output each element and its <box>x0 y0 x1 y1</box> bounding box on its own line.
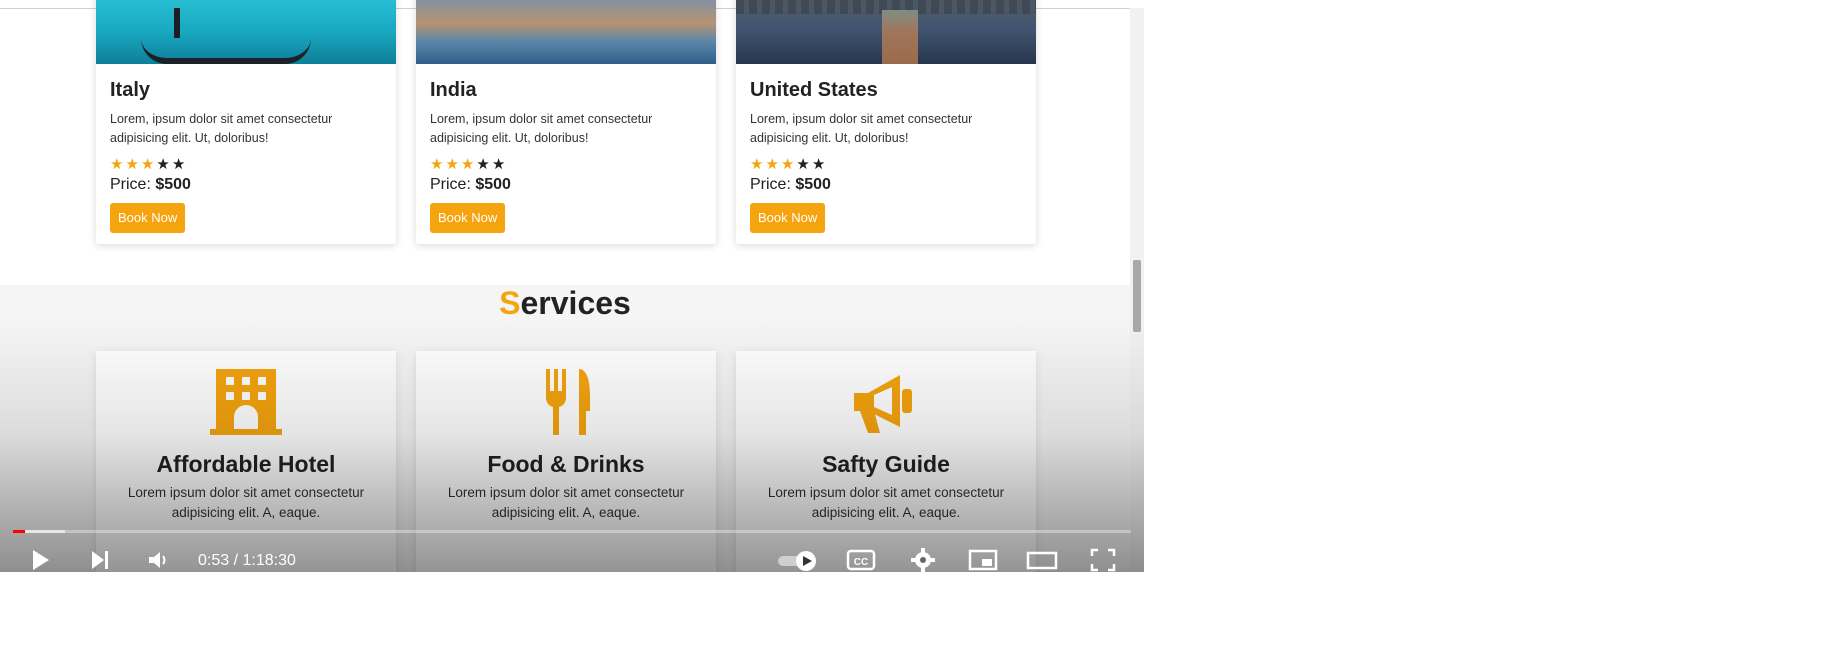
destination-title: United States <box>750 79 878 101</box>
player-controls: CC <box>0 548 1144 572</box>
miniplayer-icon[interactable] <box>968 548 998 572</box>
megaphone-icon <box>854 375 912 433</box>
theater-mode-icon[interactable] <box>1026 548 1058 572</box>
destination-card-united-states: United States Lorem, ipsum dolor sit ame… <box>736 0 1036 244</box>
book-now-button[interactable]: Book Now <box>430 203 506 233</box>
united-states-photo <box>736 0 1036 64</box>
volume-icon[interactable] <box>146 548 170 572</box>
destination-description: Lorem, ipsum dolor sit amet consectetur … <box>430 112 653 145</box>
progress-buffered <box>25 530 65 533</box>
service-card-safety: Safty Guide Lorem ipsum dolor sit amet c… <box>736 351 1036 572</box>
service-title: Food & Drinks <box>487 451 645 477</box>
page-scrollbar[interactable] <box>1130 8 1144 572</box>
destination-description: Lorem, ipsum dolor sit amet consectetur … <box>110 112 333 145</box>
destination-title: Italy <box>110 79 151 101</box>
settings-gear-icon[interactable] <box>910 548 936 572</box>
captions-icon[interactable]: CC <box>846 548 876 572</box>
star-icon: ★ <box>476 156 492 173</box>
star-icon: ★ <box>491 156 508 173</box>
progress-played <box>13 530 25 533</box>
price: Price: $500 <box>750 176 831 193</box>
play-icon[interactable] <box>28 548 52 572</box>
star-icon: ★ <box>110 156 126 173</box>
scrollbar-thumb[interactable] <box>1133 260 1141 332</box>
star-icon: ★ <box>140 156 157 173</box>
video-player[interactable]: Italy Lorem, ipsum dolor sit amet consec… <box>0 0 1144 572</box>
service-title: Safty Guide <box>822 451 950 477</box>
destination-title: India <box>430 79 477 101</box>
service-description: Lorem ipsum dolor sit amet consectetur a… <box>447 485 685 520</box>
star-icon: ★ <box>750 156 766 173</box>
webpage-content: Italy Lorem, ipsum dolor sit amet consec… <box>0 0 1144 572</box>
utensils-icon <box>546 369 590 435</box>
statue-of-liberty-base <box>882 10 918 64</box>
price: Price: $500 <box>430 176 511 193</box>
italy-photo <box>96 0 396 64</box>
hotel-icon <box>210 369 282 435</box>
gondola-shape <box>141 38 311 64</box>
gondolier-figure <box>174 8 180 38</box>
service-card-food: Food & Drinks Lorem ipsum dolor sit amet… <box>416 351 716 572</box>
service-title: Affordable Hotel <box>156 451 336 477</box>
price: Price: $500 <box>110 176 191 193</box>
star-icon: ★ <box>125 156 141 173</box>
svg-text:CC: CC <box>854 557 868 568</box>
destination-description: Lorem, ipsum dolor sit amet consectetur … <box>750 112 973 145</box>
book-now-button[interactable]: Book Now <box>110 203 186 233</box>
star-icon: ★ <box>171 156 188 173</box>
star-icon: ★ <box>430 156 446 173</box>
service-description: Lorem ipsum dolor sit amet consectetur a… <box>767 485 1005 520</box>
star-icon: ★ <box>460 156 477 173</box>
progress-bar[interactable] <box>13 530 1131 533</box>
destination-card-india: India Lorem, ipsum dolor sit amet consec… <box>416 0 716 244</box>
fullscreen-icon[interactable] <box>1090 548 1116 572</box>
rating-stars: ★★★★★ <box>750 155 827 173</box>
service-description: Lorem ipsum dolor sit amet consectetur a… <box>127 485 365 520</box>
rating-stars: ★★★★★ <box>110 155 187 173</box>
autoplay-toggle-icon[interactable] <box>776 548 820 572</box>
time-display: 0:53 / 1:18:30 <box>198 552 296 569</box>
star-icon: ★ <box>780 156 797 173</box>
rating-stars: ★★★★★ <box>430 155 507 173</box>
star-icon: ★ <box>811 156 828 173</box>
star-icon: ★ <box>796 156 812 173</box>
book-now-button[interactable]: Book Now <box>750 203 826 233</box>
india-photo <box>416 0 716 64</box>
star-icon: ★ <box>765 156 781 173</box>
services-heading: Services <box>499 285 631 321</box>
service-card-hotel: Affordable Hotel Lorem ipsum dolor sit a… <box>96 351 396 572</box>
star-icon: ★ <box>445 156 461 173</box>
star-icon: ★ <box>156 156 172 173</box>
destination-card-italy: Italy Lorem, ipsum dolor sit amet consec… <box>96 0 396 244</box>
next-icon[interactable] <box>88 548 112 572</box>
